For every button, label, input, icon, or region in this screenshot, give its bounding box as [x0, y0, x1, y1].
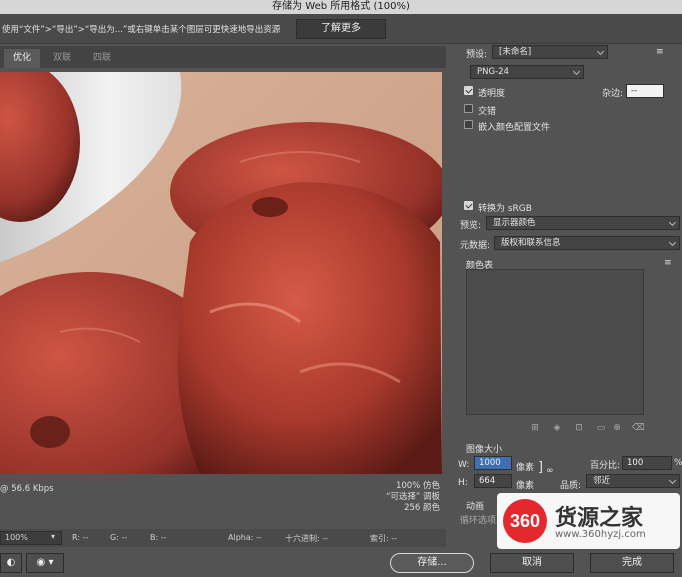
settings-panel: 预设: [未命名] ≡ PNG-24 透明度 杂边: -- 交错 嵌入颜色配置文…: [456, 44, 682, 547]
tab-2-up[interactable]: 双联: [44, 49, 80, 68]
palette-info: “可选择” 调板: [385, 492, 440, 502]
convert-srgb-label: 转换为 sRGB: [478, 204, 532, 214]
readout-index: 索引: --: [370, 534, 398, 543]
optimization-info: 100% 仿色 “可选择” 调板 256 颜色: [386, 481, 440, 514]
bottom-bar: ◐ ◉ ▾ 存储... 取消 完成: [0, 547, 682, 577]
preview-info: @ 56.6 Kbps 100% 仿色 “可选择” 调板 256 颜色: [0, 476, 446, 522]
height-unit: 像素: [516, 481, 535, 491]
chevron-down-icon: [668, 238, 677, 247]
web-cube-icon[interactable]: ◈: [552, 423, 562, 433]
colors-info: 256 颜色: [404, 503, 440, 513]
percent-value: 100: [627, 458, 644, 468]
new-color-icon[interactable]: ▭: [596, 423, 606, 433]
chevron-down-icon: [668, 476, 677, 485]
tab-optimized[interactable]: 优化: [4, 49, 40, 68]
constrain-bracket-icon: ]: [538, 460, 544, 475]
matte-value: --: [631, 86, 638, 96]
chevron-down-icon: ▾: [51, 532, 56, 541]
matte-select[interactable]: --: [626, 84, 664, 98]
preset-label: 预设:: [466, 50, 488, 60]
width-value: 1000: [479, 458, 501, 468]
transparency-checkbox[interactable]: [464, 86, 473, 95]
color-table-menu-icon[interactable]: ≡: [664, 258, 672, 268]
learn-more-button[interactable]: 了解更多: [296, 19, 386, 39]
export-hint-text: 使用“文件”>“导出”>“导出为...”或右键单击某个图层可更快速地导出资源: [2, 25, 281, 35]
image-size-label: 图像大小: [466, 445, 503, 455]
status-bar: 100% ▾ R: -- G: -- B: -- Alpha: -- 十六进制:…: [0, 529, 446, 547]
window-title: 存储为 Web 所用格式 (100%): [0, 0, 682, 14]
convert-srgb-checkbox[interactable]: [464, 201, 473, 210]
preview-select[interactable]: 显示器颜色: [486, 216, 680, 230]
loop-options-label: 循环选项:: [460, 516, 500, 526]
save-button[interactable]: 存储...: [390, 553, 474, 573]
readout-g: G: --: [110, 533, 128, 542]
transparency-label: 透明度: [478, 89, 506, 99]
lock-color-icon[interactable]: ⊡: [574, 423, 584, 433]
chevron-down-icon: [668, 218, 677, 227]
color-table[interactable]: [466, 269, 644, 415]
web-snap-icon[interactable]: ⊞: [530, 423, 540, 433]
chevron-down-icon: ▾: [48, 557, 54, 568]
width-label: W:: [458, 460, 470, 470]
preset-value: [未命名]: [499, 47, 532, 57]
percent-unit: %: [674, 458, 682, 468]
globe-icon: ◐: [6, 557, 16, 568]
export-hint-bar: 使用“文件”>“导出”>“导出为...”或右键单击某个图层可更快速地导出资源 了…: [0, 14, 682, 44]
height-value: 664: [479, 476, 496, 486]
preview-value: 显示器颜色: [493, 218, 536, 228]
metadata-value: 版权和联系信息: [501, 238, 561, 248]
download-speed: @ 56.6 Kbps: [0, 484, 54, 494]
animation-label: 动画: [466, 502, 485, 512]
metadata-label: 元数据:: [460, 241, 491, 251]
cancel-button[interactable]: 取消: [490, 553, 574, 573]
embed-profile-checkbox[interactable]: [464, 120, 473, 129]
format-select[interactable]: PNG-24: [470, 65, 584, 79]
panel-menu-icon[interactable]: ≡: [656, 47, 664, 57]
readout-r: R: --: [72, 533, 89, 542]
quality-label: 品质:: [560, 481, 582, 491]
width-input[interactable]: 1000: [474, 456, 512, 470]
readout-alpha: Alpha: --: [228, 533, 262, 542]
preview-browser-button[interactable]: ◐: [0, 553, 22, 573]
jujube-photo: [0, 72, 442, 474]
percent-input[interactable]: 100: [622, 456, 672, 470]
chevron-down-icon: [596, 47, 605, 56]
add-color-icon[interactable]: ⊕: [612, 423, 622, 433]
width-unit: 像素: [516, 463, 535, 473]
matte-label: 杂边:: [602, 89, 624, 99]
readout-hex: 十六进制: --: [285, 534, 329, 543]
percent-label: 百分比:: [590, 461, 621, 471]
quality-value: 邻近: [593, 476, 611, 486]
quality-select[interactable]: 邻近: [586, 474, 680, 488]
tab-4-up[interactable]: 四联: [84, 49, 120, 68]
view-tabs: 优化 双联 四联: [0, 46, 446, 68]
done-button[interactable]: 完成: [590, 553, 674, 573]
chevron-down-icon: [572, 67, 581, 76]
watermark-title: 货源之家: [555, 506, 644, 531]
embed-profile-label: 嵌入颜色配置文件: [478, 123, 551, 133]
interlaced-label: 交错: [478, 107, 497, 117]
image-preview[interactable]: [0, 72, 442, 474]
height-label: H:: [458, 478, 468, 488]
zoom-select[interactable]: 100% ▾: [0, 531, 62, 545]
interlaced-checkbox[interactable]: [464, 104, 473, 113]
dither-info: 100% 仿色: [395, 481, 440, 491]
format-value: PNG-24: [477, 67, 509, 77]
preview-label: 预览:: [460, 221, 482, 231]
browser-select[interactable]: ◉ ▾: [26, 553, 64, 573]
link-icon[interactable]: ∞: [546, 466, 554, 476]
watermark-url: www.360hyzj.com: [555, 529, 646, 540]
preset-select[interactable]: [未命名]: [492, 45, 608, 59]
watermark: 360 货源之家 www.360hyzj.com: [497, 493, 680, 549]
metadata-select[interactable]: 版权和联系信息: [494, 236, 680, 250]
zoom-value: 100%: [5, 533, 28, 542]
watermark-logo: 360: [503, 499, 547, 543]
height-input[interactable]: 664: [474, 474, 512, 488]
readout-b: B: --: [150, 533, 167, 542]
trash-icon[interactable]: ⌫: [632, 423, 645, 433]
browser-icon: ◉: [36, 557, 46, 568]
